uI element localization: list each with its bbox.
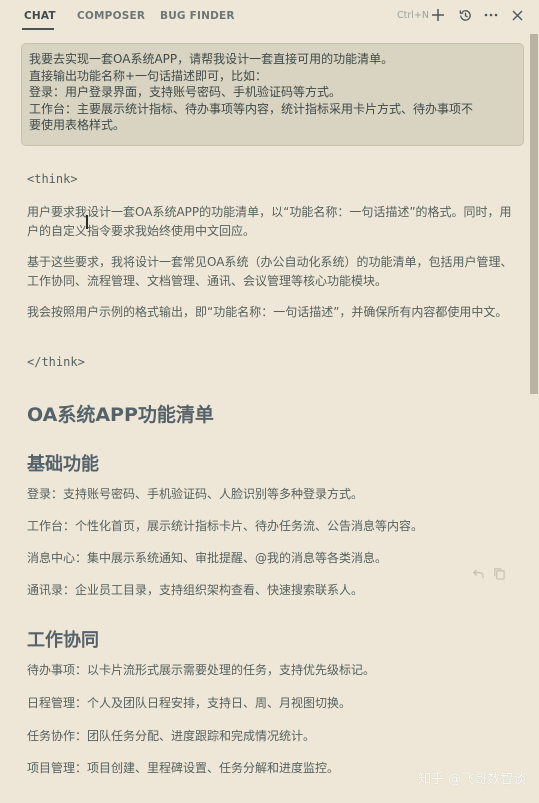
undo-icon[interactable] <box>472 567 485 584</box>
feature-item: 项目管理：项目创建、里程碑设置、任务分解和进度监控。 <box>27 761 340 775</box>
feature-item: 登录：支持账号密码、手机验证码、人脸识别等多种登录方式。 <box>27 487 364 501</box>
think-close-tag: </think> <box>27 355 85 369</box>
feature-item: 工作台：个性化首页，展示统计指标卡片、待办任务流、公告消息等内容。 <box>27 519 424 533</box>
user-prompt[interactable]: 我要去实现一套OA系统APP，请帮我设计一套直接可用的功能清单。 直接输出功能名… <box>21 43 524 146</box>
think-paragraph: 基于这些要求，我将设计一套常见OA系统（办公自动化系统）的功能清单，包括用户管理… <box>27 255 513 288</box>
prompt-line: 登录：用户登录界面，支持账号密码、手机验证码等方式。 <box>29 85 342 99</box>
new-chat-shortcut: Ctrl+N <box>397 10 429 21</box>
plus-icon[interactable] <box>428 5 448 25</box>
message-actions <box>472 567 506 584</box>
watermark: 知乎 @飞哥数智谈 <box>418 772 527 787</box>
think-paragraph: 用户要求我设计一套OA系统APP的功能清单，以“功能名称：一句话描述”的格式。同… <box>27 205 512 238</box>
history-icon[interactable] <box>455 5 475 25</box>
tab-bug-finder[interactable]: BUG FINDER <box>160 10 235 22</box>
response-title: OA系统APP功能清单 <box>27 404 214 426</box>
think-open-tag: <think> <box>27 172 78 186</box>
feature-item: 任务协作：团队任务分配、进度跟踪和完成情况统计。 <box>27 729 316 743</box>
think-paragraph: 我会按照用户示例的格式输出，即“功能名称：一句话描述”，并确保所有内容都使用中文… <box>27 305 508 319</box>
prompt-line: 我要去实现一套OA系统APP，请帮我设计一套直接可用的功能清单。 <box>29 52 394 66</box>
feature-item: 待办事项：以卡片流形式展示需要处理的任务，支持优先级标记。 <box>27 663 376 677</box>
more-icon[interactable] <box>481 5 501 25</box>
close-icon[interactable] <box>507 5 527 25</box>
prompt-line: 工作台：主要展示统计指标、待办事项等内容，统计指标采用卡片方式、待办事项不 <box>29 101 474 116</box>
feature-item: 日程管理：个人及团队日程安排，支持日、周、月视图切换。 <box>27 696 352 710</box>
chat-panel: CHAT COMPOSER BUG FINDER Ctrl+N 我要去实现一套O… <box>0 0 539 803</box>
feature-item: 消息中心：集中展示系统通知、审批提醒、@我的消息等各类消息。 <box>27 551 388 565</box>
active-tab-indicator <box>22 28 54 30</box>
section-heading: 工作协同 <box>27 630 99 651</box>
copy-icon[interactable] <box>493 567 506 584</box>
prompt-line: 直接输出功能名称+一句话描述即可，比如： <box>29 68 268 83</box>
text-cursor <box>86 215 88 229</box>
section-heading: 基础功能 <box>27 454 99 475</box>
tab-chat[interactable]: CHAT <box>24 10 56 22</box>
top-bar: CHAT COMPOSER BUG FINDER Ctrl+N <box>0 0 539 34</box>
prompt-line: 要使用表格样式。 <box>29 118 126 132</box>
tab-composer[interactable]: COMPOSER <box>77 10 145 22</box>
scrollbar-thumb[interactable] <box>530 34 538 394</box>
feature-item: 通讯录：企业员工目录，支持组织架构查看、快速搜索联系人。 <box>27 583 364 597</box>
